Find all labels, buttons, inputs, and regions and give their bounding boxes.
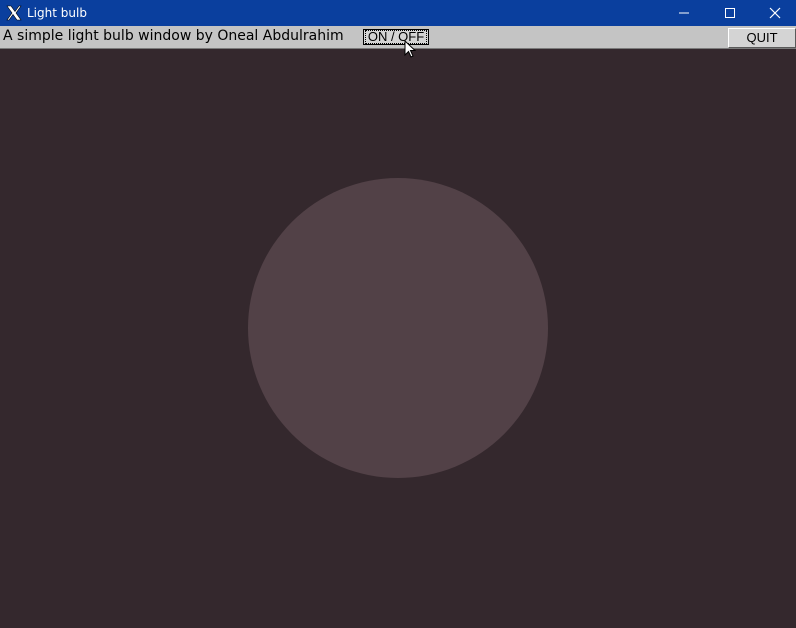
description-label: A simple light bulb window by Oneal Abdu…: [3, 28, 344, 44]
quit-button[interactable]: QUIT: [728, 28, 796, 48]
on-off-label: ON / OFF: [364, 30, 428, 44]
light-bulb: [248, 178, 548, 478]
window-title: Light bulb: [27, 6, 87, 20]
maximize-button[interactable]: [707, 0, 753, 26]
mouse-cursor-icon: [404, 39, 417, 59]
toolbar: A simple light bulb window by Oneal Abdu…: [0, 26, 796, 49]
maximize-icon: [724, 4, 736, 23]
close-icon: [769, 4, 781, 23]
minimize-button[interactable]: [661, 0, 707, 26]
app-window: Light bulb A simple light bulb window by…: [0, 0, 796, 628]
close-button[interactable]: [752, 0, 796, 26]
on-off-button[interactable]: ON / OFF: [363, 29, 429, 45]
minimize-icon: [678, 4, 690, 23]
x-logo-icon: [5, 4, 23, 22]
bulb-canvas: [0, 49, 796, 628]
title-bar[interactable]: Light bulb: [0, 0, 796, 26]
